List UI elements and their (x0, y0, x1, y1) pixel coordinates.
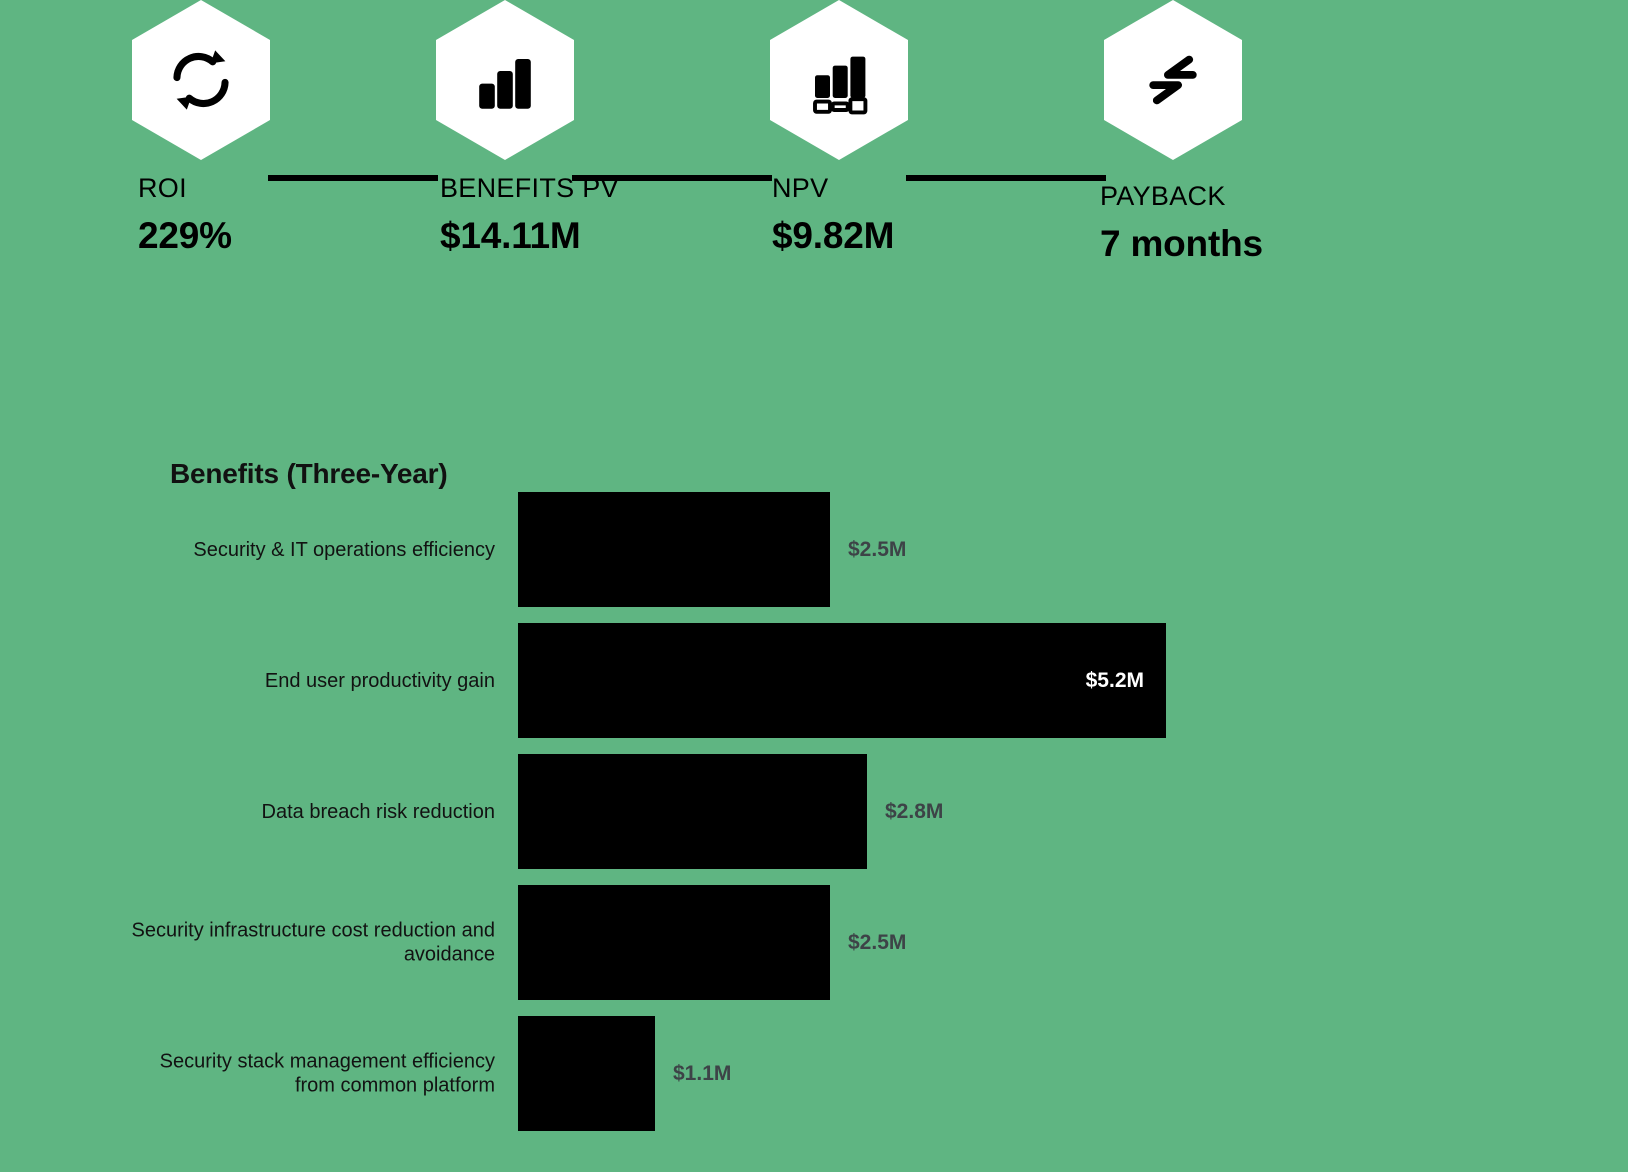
connector-line-3 (906, 175, 1106, 181)
bar-category-label: Security & IT operations efficiency (193, 538, 495, 561)
chart-title: Benefits (Three-Year) (170, 458, 448, 489)
bar-chart-legend-icon (813, 56, 868, 115)
bar-category-label: Security stack management efficiency fro… (159, 1050, 495, 1097)
kpi-payback-value: 7 months (1100, 222, 1263, 264)
kpi-roi: ROI 229% (132, 0, 270, 255)
kpi-summary-strip: ROI 229% BENEFITS PV $14.11M NPV $9.82M … (0, 0, 1628, 400)
bar-rect[interactable]: $5.2M (518, 623, 1166, 738)
kpi-roi-hexagon (132, 0, 270, 160)
kpi-payback-label: PAYBACK (1100, 181, 1226, 211)
bar-track: $5.2M (518, 623, 1628, 738)
kpi-benefits-pv-value: $14.11M (440, 214, 581, 256)
bar-track: $2.5M (518, 885, 1628, 1000)
kpi-payback: PAYBACK 7 months (1100, 0, 1263, 263)
kpi-payback-hexagon (1104, 0, 1242, 160)
kpi-benefits-pv-text: BENEFITS PV $14.11M (440, 173, 619, 256)
bar-track: $2.8M (518, 754, 1628, 869)
kpi-benefits-pv-label: BENEFITS PV (440, 173, 619, 203)
kpi-payback-text: PAYBACK 7 months (1100, 181, 1263, 264)
bar-rect[interactable] (518, 492, 830, 607)
kpi-roi-text: ROI 229% (138, 173, 232, 256)
bar-category-label: End user productivity gain (264, 669, 495, 692)
bar-chart-icon (479, 59, 531, 109)
benefits-bar-chart: Benefits (Three-Year) Security & IT oper… (0, 440, 1628, 1140)
bar-value-label: $2.8M (885, 799, 944, 823)
kpi-roi-value: 229% (138, 214, 232, 256)
bar-category-label: Data breach risk reduction (261, 800, 495, 823)
bar-row: Security infrastructure cost reduction a… (0, 885, 1628, 1000)
bar-value-label: $2.5M (848, 930, 907, 954)
bar-category-label: Security infrastructure cost reduction a… (131, 919, 495, 966)
bar-track: $2.5M (518, 492, 1628, 607)
kpi-npv: NPV $9.82M (770, 0, 908, 255)
bar-row: Data breach risk reduction $2.8M (0, 754, 1628, 869)
kpi-roi-label: ROI (138, 173, 187, 203)
bar-value-label: $5.2M (1085, 668, 1144, 692)
bar-value-label: $1.1M (673, 1061, 732, 1085)
kpi-npv-hexagon (770, 0, 908, 160)
bar-rect[interactable] (518, 754, 867, 869)
kpi-npv-value: $9.82M (772, 214, 895, 256)
transfer-arrows-icon (1149, 55, 1197, 105)
bar-value-label: $2.5M (848, 537, 907, 561)
bar-track: $1.1M (518, 1016, 1628, 1131)
kpi-benefits-pv-hexagon (436, 0, 574, 160)
bar-row: Security stack management efficiency fro… (0, 1016, 1628, 1131)
bar-rect[interactable] (518, 1016, 655, 1131)
connector-line-1 (268, 175, 438, 181)
bar-rect[interactable] (518, 885, 830, 1000)
bar-row: Security & IT operations efficiency $2.5M (0, 492, 1628, 607)
bar-row: End user productivity gain $5.2M (0, 623, 1628, 738)
refresh-cycle-icon (173, 50, 229, 110)
bar-rows-container: Security & IT operations efficiency $2.5M… (0, 492, 1628, 1147)
kpi-npv-label: NPV (772, 173, 829, 203)
kpi-npv-text: NPV $9.82M (772, 173, 895, 256)
kpi-benefits-pv: BENEFITS PV $14.11M (436, 0, 619, 255)
